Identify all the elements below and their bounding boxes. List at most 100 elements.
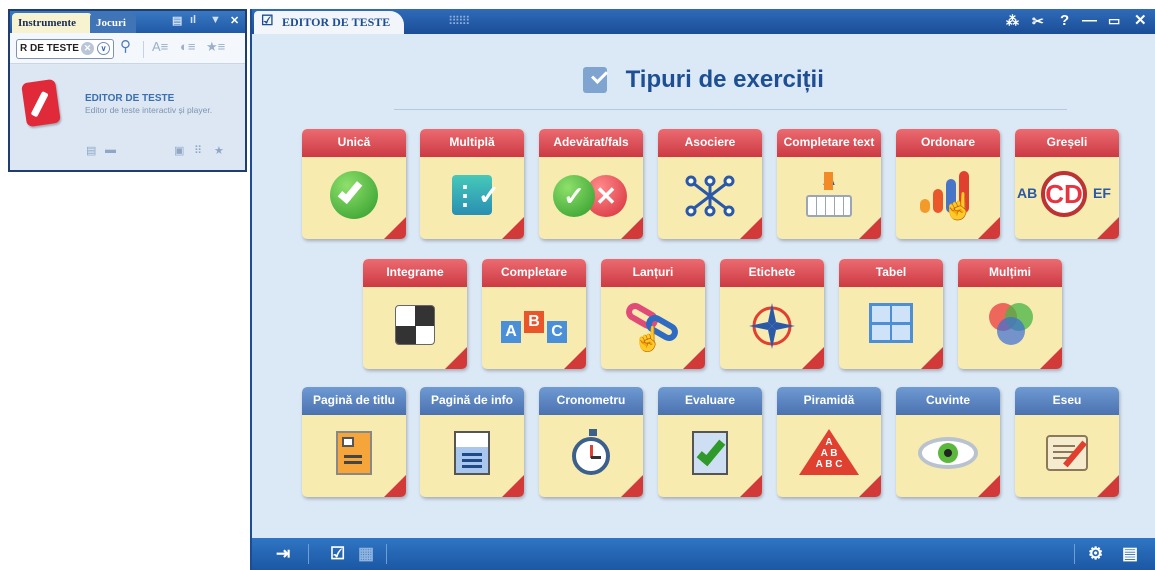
true-false-icon: ✕ ✓: [551, 171, 631, 221]
favorite-icon[interactable]: ★≡: [206, 39, 225, 55]
app-card[interactable]: EDITOR DE TESTE Editor de teste interact…: [10, 65, 245, 170]
tile-tabel[interactable]: Tabel: [839, 259, 943, 369]
html5-badge-icon: [859, 217, 881, 239]
contrast-icon[interactable]: ◐≡: [180, 39, 195, 54]
tile-adevarat-fals[interactable]: Adevărat/fals ✕ ✓: [539, 129, 643, 239]
tile-cronometru[interactable]: Cronometru: [539, 387, 643, 497]
page-title: Tipuri de exerciții: [625, 66, 824, 93]
title-bar: ☑ EDITOR DE TESTE ⠿⠿⠿ ⁂ ✂ ? — ▭ ✕: [252, 9, 1155, 34]
tile-pagina-de-info[interactable]: Pagină de info: [420, 387, 524, 497]
title-page-icon: [327, 429, 381, 479]
tile-multimi[interactable]: Mulțimi: [958, 259, 1062, 369]
checklist-icon: ⋮✓: [445, 171, 500, 221]
share-icon[interactable]: ⁂: [1006, 12, 1019, 30]
tile-multipla[interactable]: Multiplă ⋮✓: [420, 129, 524, 239]
info-page-icon: [445, 429, 499, 479]
font-size-icon[interactable]: A≡: [152, 39, 168, 54]
signal-icon[interactable]: ıl: [190, 14, 196, 26]
text-sample: A: [825, 437, 833, 448]
crossword-icon: [388, 301, 442, 351]
tile-label: Completare text: [777, 129, 881, 157]
tile-label: Lanțuri: [601, 259, 705, 287]
star-icon[interactable]: ★: [214, 144, 224, 157]
tools-icon[interactable]: ✂: [1032, 12, 1044, 30]
tab-title: EDITOR DE TESTE: [282, 15, 391, 29]
tile-label: Greșeli: [1015, 129, 1119, 157]
exit-icon[interactable]: ⇥: [276, 544, 290, 564]
editor-icon[interactable]: ☑: [330, 544, 345, 564]
tile-label: Ordonare: [896, 129, 1000, 157]
app-description: Editor de teste interactiv și player.: [85, 105, 213, 115]
text-sample: A B C: [815, 459, 843, 470]
compass-icon: [745, 301, 799, 351]
html5-badge-icon: [921, 347, 943, 369]
text-sample: CD: [1041, 171, 1087, 217]
tile-completare-text[interactable]: Completare text A C: [777, 129, 881, 239]
table-icon: [864, 301, 918, 351]
menu-icon[interactable]: ▤: [1122, 544, 1138, 564]
save-icon[interactable]: ▣: [174, 144, 184, 157]
tile-cuvinte[interactable]: Cuvinte: [896, 387, 1000, 497]
tile-pagina-de-titlu[interactable]: Pagină de titlu: [302, 387, 406, 497]
search-input[interactable]: R DE TESTE ✕ ∨: [16, 39, 114, 59]
tile-evaluare[interactable]: Evaluare: [658, 387, 762, 497]
tile-asociere[interactable]: Asociere: [658, 129, 762, 239]
grid-icon[interactable]: ⠿: [194, 144, 202, 157]
html5-badge-icon: [683, 347, 705, 369]
tile-label: Tabel: [839, 259, 943, 287]
html5-badge-icon: [384, 217, 406, 239]
settings-icon[interactable]: ⚙: [1088, 544, 1103, 564]
html5-badge-icon: [978, 217, 1000, 239]
tile-completare[interactable]: Completare A B C: [482, 259, 586, 369]
html5-badge-icon: [445, 347, 467, 369]
tab-instrumente[interactable]: Instrumente: [12, 13, 92, 33]
tab-editor-de-teste[interactable]: ☑ EDITOR DE TESTE: [254, 11, 404, 34]
pyramid-icon: A A B A B C: [799, 429, 859, 479]
html5-badge-icon: [502, 217, 524, 239]
chevron-down-icon[interactable]: ∨: [97, 42, 110, 55]
close-icon[interactable]: ✕: [1134, 12, 1147, 30]
search-icon[interactable]: ⚲: [120, 37, 131, 55]
tile-unica[interactable]: Unică: [302, 129, 406, 239]
dropdown-icon[interactable]: ▼: [210, 14, 221, 26]
tile-label: Cronometru: [539, 387, 643, 415]
tile-piramida[interactable]: Piramidă A A B A B C: [777, 387, 881, 497]
tile-ordonare[interactable]: Ordonare ☝: [896, 129, 1000, 239]
tile-integrame[interactable]: Integrame: [363, 259, 467, 369]
tile-greseli[interactable]: Greșeli AB CD EF: [1015, 129, 1119, 239]
layout-icon[interactable]: ▦: [358, 544, 374, 564]
divider: [1074, 544, 1075, 564]
app-name: EDITOR DE TESTE: [85, 93, 175, 104]
list-icon[interactable]: ▤: [172, 14, 182, 27]
stopwatch-icon: [564, 429, 618, 479]
tile-label: Integrame: [363, 259, 467, 287]
tile-label: Pagină de info: [420, 387, 524, 415]
maximize-icon[interactable]: ▭: [1108, 12, 1120, 30]
tile-etichete[interactable]: Etichete: [720, 259, 824, 369]
grid-icon[interactable]: ⠿⠿⠿: [448, 14, 470, 28]
heading-area: Tipuri de exerciții: [252, 66, 1155, 106]
search-value: R DE TESTE: [20, 43, 79, 54]
document-icon[interactable]: ▤: [86, 144, 96, 157]
minimize-icon[interactable]: —: [1082, 12, 1097, 30]
tile-label: Multiplă: [420, 129, 524, 157]
html5-badge-icon: [384, 475, 406, 497]
tab-jocuri[interactable]: Jocuri: [90, 13, 136, 33]
clear-icon[interactable]: ✕: [81, 42, 94, 55]
divider: [394, 109, 1067, 110]
tile-label: Pagină de titlu: [302, 387, 406, 415]
html5-badge-icon: [802, 347, 824, 369]
html5-badge-icon: [859, 475, 881, 497]
tile-eseu[interactable]: Eseu: [1015, 387, 1119, 497]
folder-icon[interactable]: ▬: [105, 144, 116, 156]
help-icon[interactable]: ?: [1060, 12, 1069, 30]
side-panel-tabs: Instrumente Jocuri ▤ ıl ▼ ✕: [10, 11, 245, 33]
close-icon[interactable]: ✕: [230, 14, 239, 27]
tile-label: Eseu: [1015, 387, 1119, 415]
tile-label: Piramidă: [777, 387, 881, 415]
tile-lanturi[interactable]: Lanțuri ☝: [601, 259, 705, 369]
html5-badge-icon: [621, 475, 643, 497]
tile-label: Adevărat/fals: [539, 129, 643, 157]
divider: [386, 544, 387, 564]
hand-pointer-icon: ☝: [942, 191, 975, 221]
